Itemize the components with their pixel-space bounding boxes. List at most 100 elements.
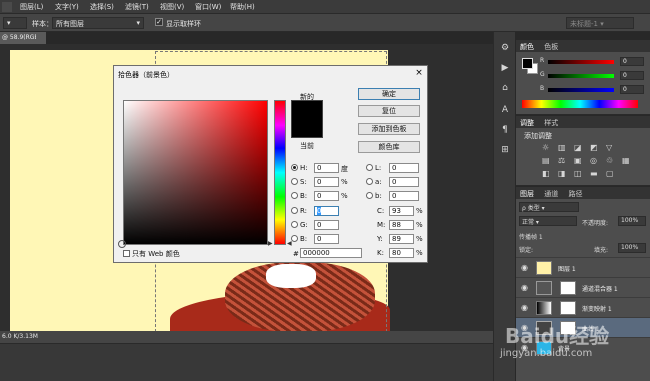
color-field-marker[interactable] [118,240,126,248]
opacity-value[interactable]: 100% [618,216,646,226]
eye-icon[interactable]: ◉ [521,263,528,272]
chevron-down-icon: ▾ [136,19,140,27]
curves-icon[interactable]: ◪ [574,143,582,152]
foreground-swatch[interactable] [522,58,533,69]
color-balance-icon[interactable]: ⚖ [558,156,565,165]
add-to-swatches-button[interactable]: 添加到色板 [358,123,420,135]
threshold-icon[interactable]: ◫ [574,169,582,178]
history-icon[interactable]: ⚙ [499,42,511,54]
fill-value[interactable]: 100% [618,243,646,253]
photo-filter-icon[interactable]: ◎ [590,156,597,165]
eye-icon[interactable]: ◉ [521,283,528,292]
color-libraries-button[interactable]: 颜色库 [358,141,420,153]
gradient-map-icon[interactable]: ▬ [590,169,598,178]
g-input[interactable]: 0 [314,220,339,230]
hue-saturation-icon[interactable]: ▤ [542,156,550,165]
paragraph-icon[interactable]: ¶ [499,124,511,136]
c-input[interactable]: 93 [389,206,414,216]
a-input[interactable]: 0 [389,177,419,187]
eye-icon[interactable]: ◉ [521,303,528,312]
document-tab[interactable]: @ 58.9(RGB/8#) * [0,32,36,44]
color-lookup-icon[interactable]: ▦ [622,156,630,165]
character-icon[interactable]: A [499,104,511,116]
document-tab-close-icon[interactable] [36,32,46,44]
new-color-swatch [291,100,323,138]
layer-row[interactable]: ◉ 图层 1 [516,257,650,277]
red-slider[interactable] [548,60,614,64]
brightness-icon[interactable]: ☼ [542,143,549,152]
s-radio[interactable]: S: [291,178,307,186]
menu-type[interactable]: 文字(Y) [55,2,79,12]
reset-button[interactable]: 复位 [358,105,420,117]
color-spectrum[interactable] [522,100,638,108]
menu-help[interactable]: 帮助(H) [230,2,255,12]
lock-label: 锁定: [519,247,534,254]
menu-filter[interactable]: 滤镜(T) [125,2,149,12]
menu-layer[interactable]: 图层(L) [20,2,43,12]
tool-preset-icon[interactable]: ⌂ [499,82,511,94]
layer-filter-select[interactable]: ρ 类型 ▾ [519,202,579,212]
tab-styles[interactable]: 样式 [544,119,558,127]
channel-mixer-icon[interactable]: ♲ [606,156,613,165]
layer-row[interactable]: ◉ 渐变映射 1 [516,297,650,317]
layer-name: 图层 1 [558,266,576,273]
ok-button[interactable]: 确定 [358,88,420,100]
tab-adjustments[interactable]: 调整 [520,119,534,127]
b-input[interactable]: 0 [314,234,339,244]
a-radio[interactable]: a: [366,178,382,186]
h-radio[interactable]: H: [291,164,308,172]
menu-select[interactable]: 选择(S) [90,2,114,12]
invert-icon[interactable]: ◧ [542,169,550,178]
h-input[interactable]: 0 [314,163,339,173]
g-radio[interactable]: G: [291,221,308,229]
menu-window[interactable]: 窗口(W) [195,2,221,12]
play-icon[interactable]: ▶ [499,62,511,74]
color-field[interactable] [123,100,268,245]
selective-color-icon[interactable]: ▢ [606,169,614,178]
b-radio[interactable]: B: [291,235,307,243]
layer-row[interactable]: ◉ 通道混合器 1 [516,277,650,297]
info-icon[interactable]: ⊞ [499,144,511,156]
hue-arrow-left-icon[interactable]: ▶ [268,240,273,247]
sample-size-select[interactable]: ▾ [3,17,27,29]
r-input-value: 0 [317,207,322,215]
m-input[interactable]: 88 [389,220,414,230]
blue-value[interactable]: 0 [620,85,644,94]
blend-mode-select[interactable]: 正常 ▾ [519,216,577,226]
tab-layers[interactable]: 图层 [520,190,534,198]
exposure-icon[interactable]: ◩ [590,143,598,152]
vibrance-icon[interactable]: ▽ [606,143,612,152]
hex-input[interactable]: 000000 [300,248,362,258]
show-ring-checkbox[interactable]: ✓ [155,18,163,26]
red-value[interactable]: 0 [620,57,644,66]
close-icon[interactable]: × [414,68,424,78]
r-input[interactable]: 0 [314,206,339,216]
green-slider[interactable] [548,74,614,78]
tab-swatches[interactable]: 色板 [544,43,558,51]
web-colors-checkbox[interactable]: 只有 Web 颜色 [123,249,180,259]
tab-paths[interactable]: 路径 [568,190,582,198]
s-input[interactable]: 0 [314,177,339,187]
tab-channels[interactable]: 通道 [544,190,558,198]
r-radio[interactable]: R: [291,207,307,215]
sample-select[interactable]: 所有图层 ▾ [52,17,144,29]
y-input[interactable]: 89 [389,234,414,244]
brightness-input[interactable]: 0 [314,191,339,201]
blue-slider[interactable] [548,88,614,92]
l-input[interactable]: 0 [389,163,419,173]
r-label: R: [300,207,308,215]
green-value[interactable]: 0 [620,71,644,80]
menu-view[interactable]: 视图(V) [160,2,184,12]
workspace-select[interactable]: 未标题-1 ▾ [566,17,634,29]
k-input[interactable]: 80 [389,248,414,258]
levels-icon[interactable]: ▥ [558,143,566,152]
posterize-icon[interactable]: ◨ [558,169,566,178]
brightness-radio[interactable]: B: [291,192,307,200]
tab-color[interactable]: 颜色 [520,43,534,51]
adjustments-panel: 调整 样式 添加调整 ☼ ▥ ◪ ◩ ▽ ▤ ⚖ ▣ ◎ ♲ ▦ ◧ ◨ ◫ ▬… [516,116,650,186]
lab-b-input[interactable]: 0 [389,191,419,201]
l-radio[interactable]: L: [366,164,381,172]
lab-b-radio[interactable]: b: [366,192,382,200]
black-white-icon[interactable]: ▣ [574,156,582,165]
hue-slider[interactable] [274,100,286,245]
